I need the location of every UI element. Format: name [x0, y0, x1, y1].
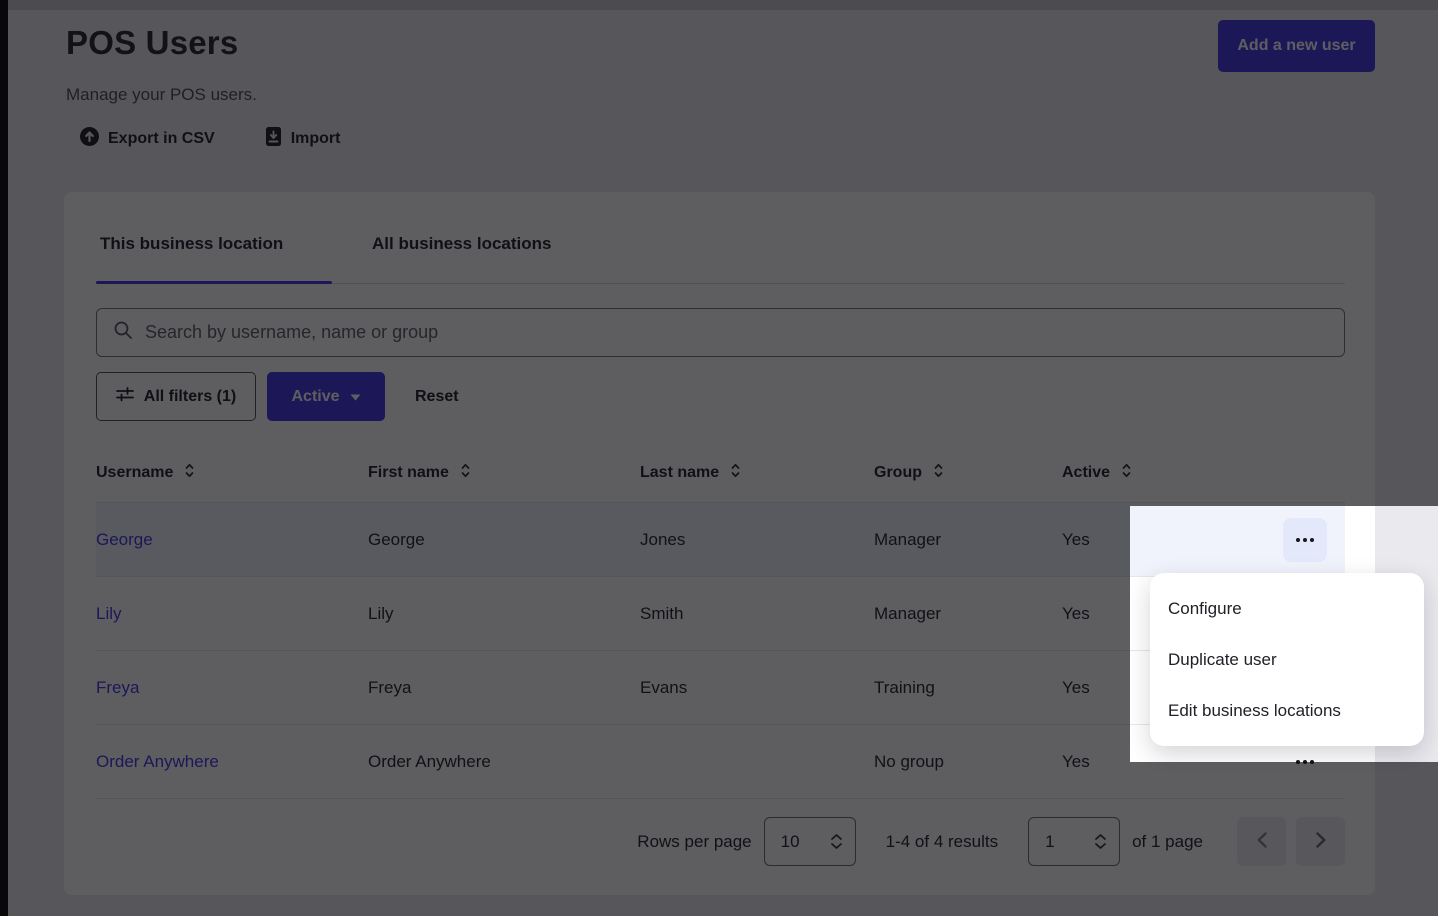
window-top-edge	[0, 0, 1438, 10]
filter-sliders-icon	[116, 386, 134, 407]
row-actions-menu-button[interactable]	[1283, 518, 1327, 562]
export-icon	[80, 127, 99, 151]
menu-item-configure[interactable]: Configure	[1150, 583, 1424, 634]
column-header-group[interactable]: Group	[874, 463, 945, 483]
menu-item-edit-business-locations[interactable]: Edit business locations	[1150, 685, 1424, 736]
table-header-row: Username First name Last name Group Acti…	[96, 443, 1345, 503]
search-icon	[113, 320, 133, 345]
next-page-button[interactable]	[1296, 817, 1345, 866]
column-header-last-name[interactable]: Last name	[640, 463, 742, 483]
chevron-left-icon	[1257, 832, 1267, 851]
pagination-bar: Rows per page 10 1-4 of 4 results 1 of 1…	[96, 815, 1345, 868]
column-header-username[interactable]: Username	[96, 463, 196, 483]
search-box	[96, 308, 1345, 357]
sort-icon	[459, 463, 472, 483]
username-link[interactable]: George	[96, 530, 153, 550]
username-link[interactable]: Lily	[96, 604, 122, 624]
sort-icon	[932, 463, 945, 483]
import-button[interactable]: Import	[265, 127, 341, 151]
page-subtitle: Manage your POS users.	[66, 85, 257, 105]
active-filter-button[interactable]: Active	[267, 372, 385, 421]
row-actions-menu-button[interactable]	[1283, 740, 1327, 784]
results-count: 1-4 of 4 results	[886, 832, 998, 852]
rows-per-page-label: Rows per page	[637, 832, 751, 852]
stepper-icon	[1095, 834, 1106, 849]
page-number-value: 1	[1045, 832, 1054, 852]
all-filters-button[interactable]: All filters (1)	[96, 372, 256, 421]
chevron-right-icon	[1316, 832, 1326, 851]
column-header-active[interactable]: Active	[1062, 463, 1133, 483]
collapsed-sidebar-edge	[0, 0, 8, 916]
menu-item-duplicate-user[interactable]: Duplicate user	[1150, 634, 1424, 685]
all-filters-label: All filters (1)	[144, 388, 236, 406]
previous-page-button[interactable]	[1237, 817, 1286, 866]
import-label: Import	[291, 130, 341, 148]
export-csv-label: Export in CSV	[108, 130, 215, 148]
column-header-first-name[interactable]: First name	[368, 463, 472, 483]
row-actions-dropdown-menu: Configure Duplicate user Edit business l…	[1150, 573, 1424, 746]
import-export-row: Export in CSV Import	[80, 127, 340, 151]
table-row: George George Jones Manager Yes	[96, 503, 1345, 577]
username-link[interactable]: Order Anywhere	[96, 752, 219, 772]
search-input[interactable]	[145, 322, 1328, 343]
reset-button[interactable]: Reset	[415, 388, 459, 406]
tab-this-business-location[interactable]: This business location	[100, 234, 283, 254]
chevron-down-icon	[350, 388, 361, 406]
sort-icon	[729, 463, 742, 483]
pos-users-screen: POS Users Manage your POS users. Export …	[0, 0, 1438, 916]
users-card: This business location All business loca…	[64, 192, 1375, 895]
username-link[interactable]: Freya	[96, 678, 139, 698]
active-filter-label: Active	[291, 388, 339, 406]
add-a-new-user-button[interactable]: Add a new user	[1218, 20, 1375, 72]
page-title: POS Users	[66, 24, 238, 62]
rows-per-page-select[interactable]: 10	[764, 817, 856, 866]
filters-row: All filters (1) Active Reset	[96, 372, 459, 421]
tab-all-business-locations[interactable]: All business locations	[372, 234, 552, 254]
active-tab-underline	[96, 281, 332, 284]
sort-icon	[1120, 463, 1133, 483]
rows-per-page-value: 10	[781, 832, 800, 852]
of-pages-label: of 1 page	[1132, 832, 1203, 852]
sort-icon	[183, 463, 196, 483]
page-number-select[interactable]: 1	[1028, 817, 1120, 866]
import-icon	[265, 127, 282, 151]
stepper-icon	[831, 834, 842, 849]
export-csv-button[interactable]: Export in CSV	[80, 127, 215, 151]
